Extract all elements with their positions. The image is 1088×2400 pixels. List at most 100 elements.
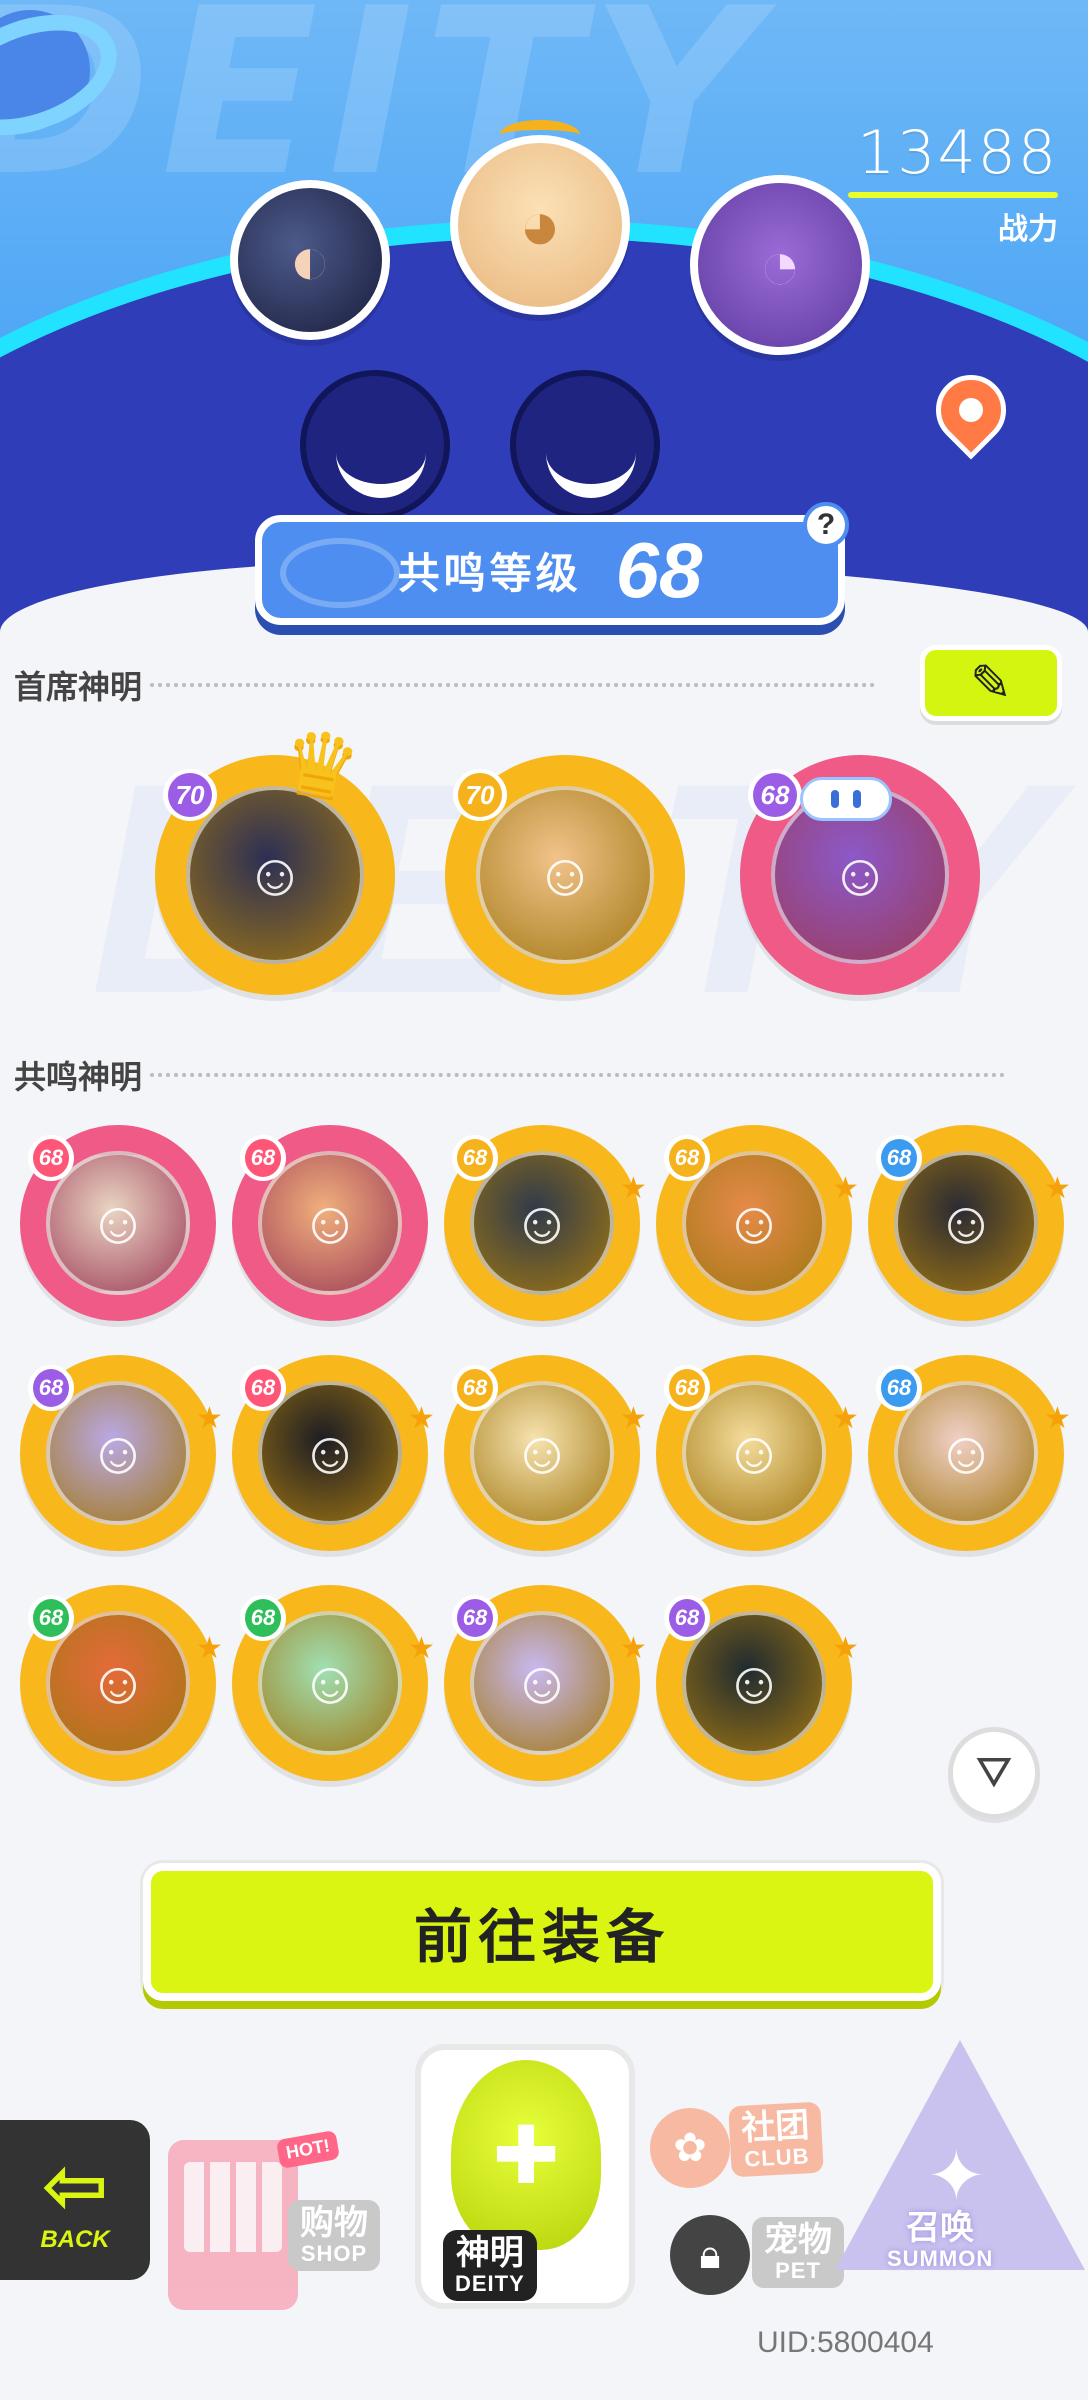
nav-summon-label-cn: 召唤: [906, 2209, 975, 2247]
deity-avatar[interactable]: ☺ 68 ★: [232, 1585, 435, 1781]
deity-avatar[interactable]: ☺ 68 ★: [20, 1355, 223, 1551]
nav-shop-label: 购物 SHOP: [288, 2200, 380, 2271]
star-icon: ★: [832, 1402, 859, 1435]
level-badge: 68: [664, 1135, 710, 1181]
level-badge: 70: [453, 769, 507, 821]
back-arrow-icon: ⇦: [41, 2141, 109, 2230]
deity-avatar[interactable]: ☺ 68 ★: [868, 1125, 1071, 1321]
deity-avatar[interactable]: ☺ 68 ★: [868, 1355, 1071, 1551]
globe-eye-left: [300, 370, 450, 520]
level-badge: 68: [452, 1365, 498, 1411]
edit-button[interactable]: ✎: [920, 645, 1062, 721]
lock-icon: 🔒︎: [670, 2215, 750, 2295]
speech-bubble-icon: [800, 777, 892, 821]
nav-deity-label-en: DEITY: [455, 2270, 525, 2296]
go-equip-button[interactable]: 前往装备: [143, 1863, 941, 2001]
nav-deity[interactable]: ✚ 神明 DEITY: [415, 2044, 635, 2309]
nav-pet-label: 宠物 PET: [752, 2217, 844, 2288]
nav-summon-label: 召唤 SUMMON: [875, 2205, 1005, 2276]
team-deity-1[interactable]: ◐: [230, 180, 390, 340]
star-icon: ★: [620, 1172, 647, 1205]
star-icon: ★: [408, 1632, 435, 1665]
level-badge: 68: [664, 1595, 710, 1641]
combat-power: 13488 战力: [848, 118, 1058, 248]
lead-section-label: 首席神明: [14, 669, 143, 705]
nav-pet-label-cn: 宠物: [764, 2221, 832, 2259]
level-badge: 68: [28, 1595, 74, 1641]
nav-shop-label-cn: 购物: [300, 2204, 368, 2242]
level-badge: 68: [452, 1135, 498, 1181]
deity-avatar[interactable]: ☺ 68: [20, 1125, 216, 1321]
resonance-deco-icon: [280, 538, 400, 608]
deity-avatar[interactable]: ☺ 70: [445, 755, 685, 995]
deity-avatar[interactable]: ☺ 68 ★: [656, 1355, 859, 1551]
filter-button[interactable]: ⛛: [948, 1727, 1040, 1819]
level-badge: 68: [876, 1365, 922, 1411]
level-badge: 68: [28, 1365, 74, 1411]
nav-deity-label: 神明 DEITY: [443, 2230, 537, 2301]
help-icon[interactable]: ?: [803, 502, 849, 548]
level-badge: 68: [240, 1135, 286, 1181]
level-badge: 68: [664, 1365, 710, 1411]
deity-avatar[interactable]: ☺ 68: [232, 1125, 428, 1321]
resonance-level-panel[interactable]: 共鸣等级 68: [255, 515, 845, 625]
pencil-icon: ✎: [970, 655, 1012, 711]
level-badge: 68: [240, 1595, 286, 1641]
nav-summon-label-en: SUMMON: [887, 2245, 994, 2271]
star-icon: ★: [620, 1402, 647, 1435]
resonance-level-label: 共鸣等级: [397, 549, 582, 597]
star-icon: ★: [1044, 1172, 1071, 1205]
deity-avatar[interactable]: ☺ 68 ★: [656, 1585, 859, 1781]
lead-section-title: 首席神明: [14, 662, 876, 708]
deity-portrait: ☺: [476, 786, 654, 964]
star-icon: ★: [408, 1402, 435, 1435]
star-icon: ★: [196, 1632, 223, 1665]
nav-club-label-en: CLUB: [743, 2142, 811, 2172]
level-badge: 68: [452, 1595, 498, 1641]
nav-shop[interactable]: HOT! 购物 SHOP: [148, 2090, 418, 2310]
deity-avatar[interactable]: ☺ 68 ★: [20, 1585, 223, 1781]
nav-summon[interactable]: ✦ 召唤 SUMMON: [835, 2040, 1085, 2320]
deity-avatar[interactable]: ☺ 68 ★: [656, 1125, 859, 1321]
combat-power-label: 战力: [998, 213, 1058, 246]
deity-avatar[interactable]: ☺ 68 ★: [444, 1125, 647, 1321]
nav-pet-label-en: PET: [775, 2257, 821, 2283]
resonance-level-value: 68: [615, 525, 703, 614]
deity-avatar[interactable]: ☺ 68 ★: [444, 1585, 647, 1781]
header-bg-text: DEITY: [0, 0, 768, 227]
star-icon: ★: [832, 1632, 859, 1665]
level-badge: 70: [163, 769, 217, 821]
level-badge: 68: [748, 769, 802, 821]
resonance-section-label: 共鸣神明: [14, 1059, 143, 1095]
section-divider: [150, 683, 876, 687]
nav-shop-label-en: SHOP: [300, 2240, 368, 2266]
level-badge: 68: [240, 1365, 286, 1411]
back-button[interactable]: ⇦ BACK: [0, 2120, 150, 2280]
deity-avatar[interactable]: ☺ 70: [155, 755, 395, 995]
level-badge: 68: [28, 1135, 74, 1181]
team-deity-2[interactable]: ◕: [450, 135, 630, 315]
level-badge: 68: [876, 1135, 922, 1181]
star-icon: ★: [620, 1632, 647, 1665]
deity-avatar[interactable]: ☺ 68 ★: [232, 1355, 435, 1551]
nav-club-label: 社团 CLUB: [728, 2101, 824, 2178]
star-icon: ★: [196, 1402, 223, 1435]
vending-machine-icon: [168, 2140, 298, 2310]
club-badge-icon: ✿: [650, 2108, 730, 2188]
back-label: BACK: [40, 2226, 110, 2253]
team-deity-3[interactable]: ◔: [690, 175, 870, 355]
deity-character-icon: ✚: [451, 2060, 601, 2250]
deity-avatar[interactable]: ☺ 68 ★: [444, 1355, 647, 1551]
filter-icon: ⛛: [975, 1748, 1013, 1797]
combat-power-underline: [848, 192, 1058, 198]
star-icon: ★: [1044, 1402, 1071, 1435]
globe-eye-right: [510, 370, 660, 520]
hot-tag: HOT!: [275, 2130, 341, 2169]
nav-club-label-cn: 社团: [740, 2106, 811, 2148]
nav-deity-label-cn: 神明: [455, 2234, 524, 2272]
star-icon: ★: [832, 1172, 859, 1205]
uid-label: UID:5800404: [757, 2326, 934, 2359]
section-divider: [150, 1073, 1006, 1077]
combat-power-value: 13488: [857, 118, 1058, 188]
resonance-section-title: 共鸣神明: [14, 1052, 1006, 1098]
